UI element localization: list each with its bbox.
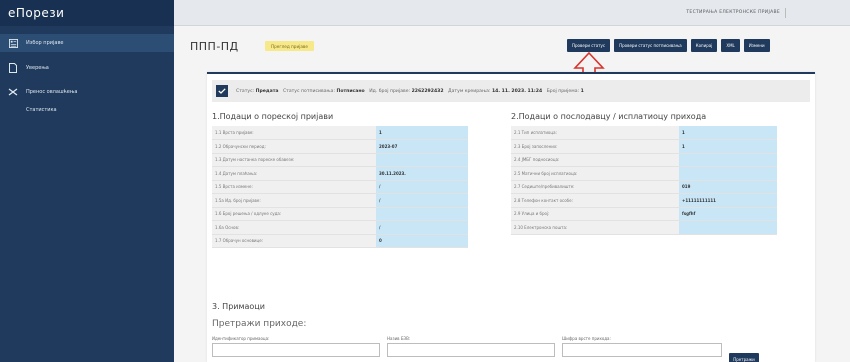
- table-row: 1.1 Врста пријаве: 1: [212, 126, 468, 140]
- employer-table: 2.1 Тип исплатиоца: 1 2.3 Број запослених…: [511, 126, 777, 235]
- page-title: ППП-ПД: [190, 40, 239, 53]
- section-3-title: 3. Примаоци: [212, 302, 265, 311]
- copy-button[interactable]: Копирај: [690, 39, 718, 52]
- table-row: 1.5а Ид. број пријаве: /: [212, 193, 468, 208]
- sidebar: еПорези Избор пријаве Уверења Пренос овл…: [0, 0, 174, 362]
- form-icon: [8, 38, 18, 48]
- check-icon: [216, 85, 228, 97]
- sidebar-item-statistics[interactable]: Статистика: [0, 101, 174, 119]
- bzv-name-input[interactable]: [387, 343, 555, 357]
- section-1-title: 1.Подаци о пореској пријави: [212, 112, 334, 121]
- signing-status-label: Статус потписивања:: [282, 88, 336, 94]
- table-row: 2.8 Телефон контакт особе: +11111111111: [511, 193, 777, 208]
- table-row: 2.10 Електронска пошта:: [511, 220, 777, 235]
- sidebar-item-certificates[interactable]: Уверења: [0, 59, 174, 77]
- return-id-label: Ид. број пријаве:: [369, 88, 411, 94]
- table-row: 2.9 Улица и број: fsgfhf: [511, 207, 777, 221]
- return-details-card: Статус: Предата Статус потписивања: Потп…: [207, 72, 815, 362]
- table-row: 1.6 Број решења / одлуке суда:: [212, 207, 468, 221]
- signing-status-value: Потписано: [336, 88, 365, 94]
- check-signing-status-button[interactable]: Провери статус потписивања: [614, 39, 687, 52]
- table-row: 2.1 Тип исплатиоца: 1: [511, 126, 777, 140]
- tax-return-table: 1.1 Врста пријаве: 1 1.2 Обрачунски перио…: [212, 126, 468, 248]
- created-date-value: 14. 11. 2023. 11:24: [491, 88, 543, 94]
- sidebar-item-label: Уверења: [26, 65, 49, 71]
- check-status-button[interactable]: Провери статус: [567, 39, 611, 52]
- bzv-name-label: Назив БЗВ:: [387, 336, 411, 341]
- header-divider: [785, 8, 786, 18]
- xml-button[interactable]: XML: [721, 39, 740, 52]
- user-name-link[interactable]: ТЕСТИРАЊА ЕЛЕКТРОНСКЕ ПРИЈАВЕ: [686, 10, 780, 15]
- table-row: 1.3 Датум настанка пореске обавезе:: [212, 153, 468, 167]
- sidebar-item-label: Статистика: [26, 107, 57, 113]
- recipient-id-label: Идентификатор примаоца:: [212, 336, 270, 341]
- status-value: Предата: [255, 88, 279, 94]
- table-row: 1.2 Обрачунски период: 2023-07: [212, 139, 468, 154]
- search-button[interactable]: Претражи: [729, 353, 759, 362]
- page-header: ППП-ПД Преглед пријаве Провери статус Пр…: [174, 26, 850, 64]
- action-buttons: Провери статус Провери статус потписивањ…: [567, 39, 770, 52]
- status-badge: Преглед пријаве: [265, 41, 314, 51]
- status-bar: Статус: Предата Статус потписивања: Потп…: [212, 80, 810, 102]
- transfer-icon: [8, 87, 18, 97]
- receipt-number-value: 1: [580, 88, 584, 94]
- sidebar-item-label: Избор пријаве: [26, 40, 64, 46]
- edit-button[interactable]: Измени: [743, 39, 770, 52]
- table-row: 1.6а Основ: /: [212, 220, 468, 235]
- table-row: 2.7 Седиште/пребивалиште: 019: [511, 180, 777, 194]
- document-icon: [8, 63, 18, 73]
- search-title: Претражи приходе:: [212, 319, 307, 329]
- receipt-number-label: Број пријема:: [546, 88, 580, 94]
- income-code-label: Шифра врсте прихода:: [562, 336, 611, 341]
- table-row: 2.5 Матични број исплатиоца:: [511, 166, 777, 181]
- sidebar-item-transfer[interactable]: Пренос овлашћења: [0, 83, 174, 101]
- sidebar-item-choose-return[interactable]: Избор пријаве: [0, 34, 174, 52]
- table-row: 1.5 Врста измене: /: [212, 180, 468, 194]
- app-logo: еПорези: [0, 0, 174, 26]
- table-row: 1.4 Датум плаћања: 30.11.2023.: [212, 166, 468, 181]
- recipient-id-input[interactable]: [212, 343, 380, 357]
- return-id-value: 2262292432: [411, 88, 444, 94]
- status-label: Статус:: [236, 88, 255, 94]
- sidebar-item-label: Пренос овлашћења: [26, 89, 78, 95]
- created-date-label: Датум креирања:: [448, 88, 491, 94]
- table-row: 2.4 ЈМБГ подносиоца:: [511, 153, 777, 167]
- status-line: Статус: Предата Статус потписивања: Потп…: [236, 89, 584, 94]
- table-row: 2.3 Број запослених: 1: [511, 139, 777, 154]
- table-row: 1.7 Обрачун основице: 0: [212, 234, 468, 248]
- top-header: ТЕСТИРАЊА ЕЛЕКТРОНСКЕ ПРИЈАВЕ: [174, 0, 850, 26]
- income-code-input[interactable]: [562, 343, 722, 357]
- section-2-title: 2.Подаци о послодавцу / исплатиоцу прихо…: [511, 112, 707, 121]
